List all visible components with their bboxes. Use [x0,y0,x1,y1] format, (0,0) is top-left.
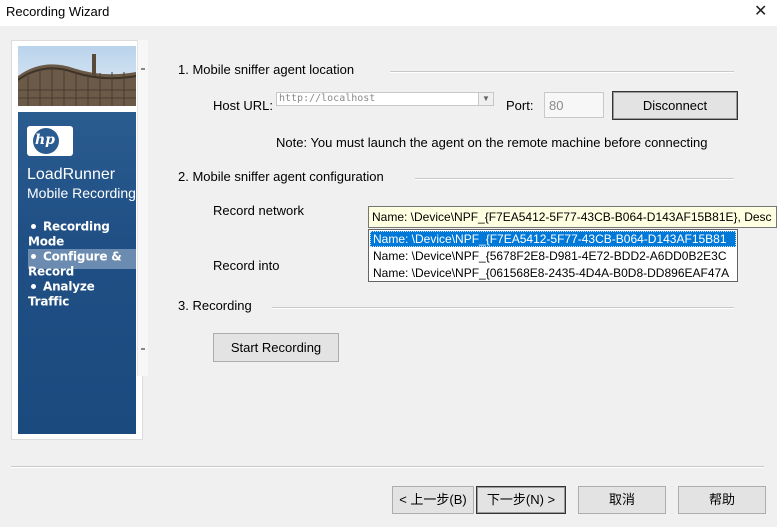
list-item[interactable]: Name: \Device\NPF_{F7EA5412-5F77-43CB-B0… [370,231,736,247]
sidebar-scrollbar[interactable] [137,40,148,376]
brand-subtitle: Mobile Recording [27,185,136,201]
window-title: Recording Wizard [6,4,110,19]
section-agent-config-title: 2. Mobile sniffer agent configuration [178,169,384,184]
next-button[interactable]: 下一步(N) > [476,486,566,514]
host-url-value: http://localhost [279,93,376,104]
section-divider [415,178,734,180]
sidebar-item-analyze-traffic[interactable]: Analyze Traffic [28,279,136,309]
title-bar [0,0,777,26]
port-label: Port: [506,98,534,113]
footer-divider [11,466,764,468]
roller-coaster-image [18,46,136,106]
section-recording-title: 3. Recording [178,298,252,313]
bullet-icon [31,253,36,259]
section-divider [390,71,734,73]
hp-logo-text: hp [35,132,55,148]
bullet-icon [31,283,36,289]
start-recording-button[interactable]: Start Recording [213,333,339,362]
sidebar-item-configure-record[interactable]: Configure & Record [28,249,136,278]
section-divider [272,307,734,309]
section-agent-location-title: 1. Mobile sniffer agent location [178,62,355,77]
help-button[interactable]: 帮助 [678,486,766,514]
port-value: 80 [549,98,564,113]
bullet-icon [31,223,36,229]
list-item[interactable]: Name: \Device\NPF_{061568E8-2435-4D4A-B0… [370,265,736,281]
cancel-button[interactable]: 取消 [578,486,666,514]
back-button[interactable]: < 上一步(B) [392,486,474,514]
network-tooltip: Name: \Device\NPF_{F7EA5412-5F77-43CB-B0… [368,206,777,228]
list-item[interactable]: Name: \Device\NPF_{5678F2E8-D981-4E72-BD… [370,248,736,264]
connection-note: Note: You must launch the agent on the r… [276,135,708,150]
close-icon[interactable]: ✕ [754,2,767,22]
record-into-label: Record into [213,258,280,273]
chevron-down-icon[interactable]: ▼ [478,93,493,105]
host-url-combobox[interactable]: http://localhost ▼ [276,92,494,106]
network-dropdown-list[interactable]: Name: \Device\NPF_{F7EA5412-5F77-43CB-B0… [368,229,738,282]
record-network-label: Record network [213,203,305,218]
sidebar-item-recording-mode[interactable]: Recording Mode [28,219,136,249]
disconnect-button[interactable]: Disconnect [612,91,738,120]
port-field[interactable]: 80 [544,92,604,118]
brand-title: LoadRunner [27,166,116,183]
tooltip-text: Name: \Device\NPF_{F7EA5412-5F77-43CB-B0… [372,210,772,224]
host-url-label: Host URL: [213,98,273,113]
